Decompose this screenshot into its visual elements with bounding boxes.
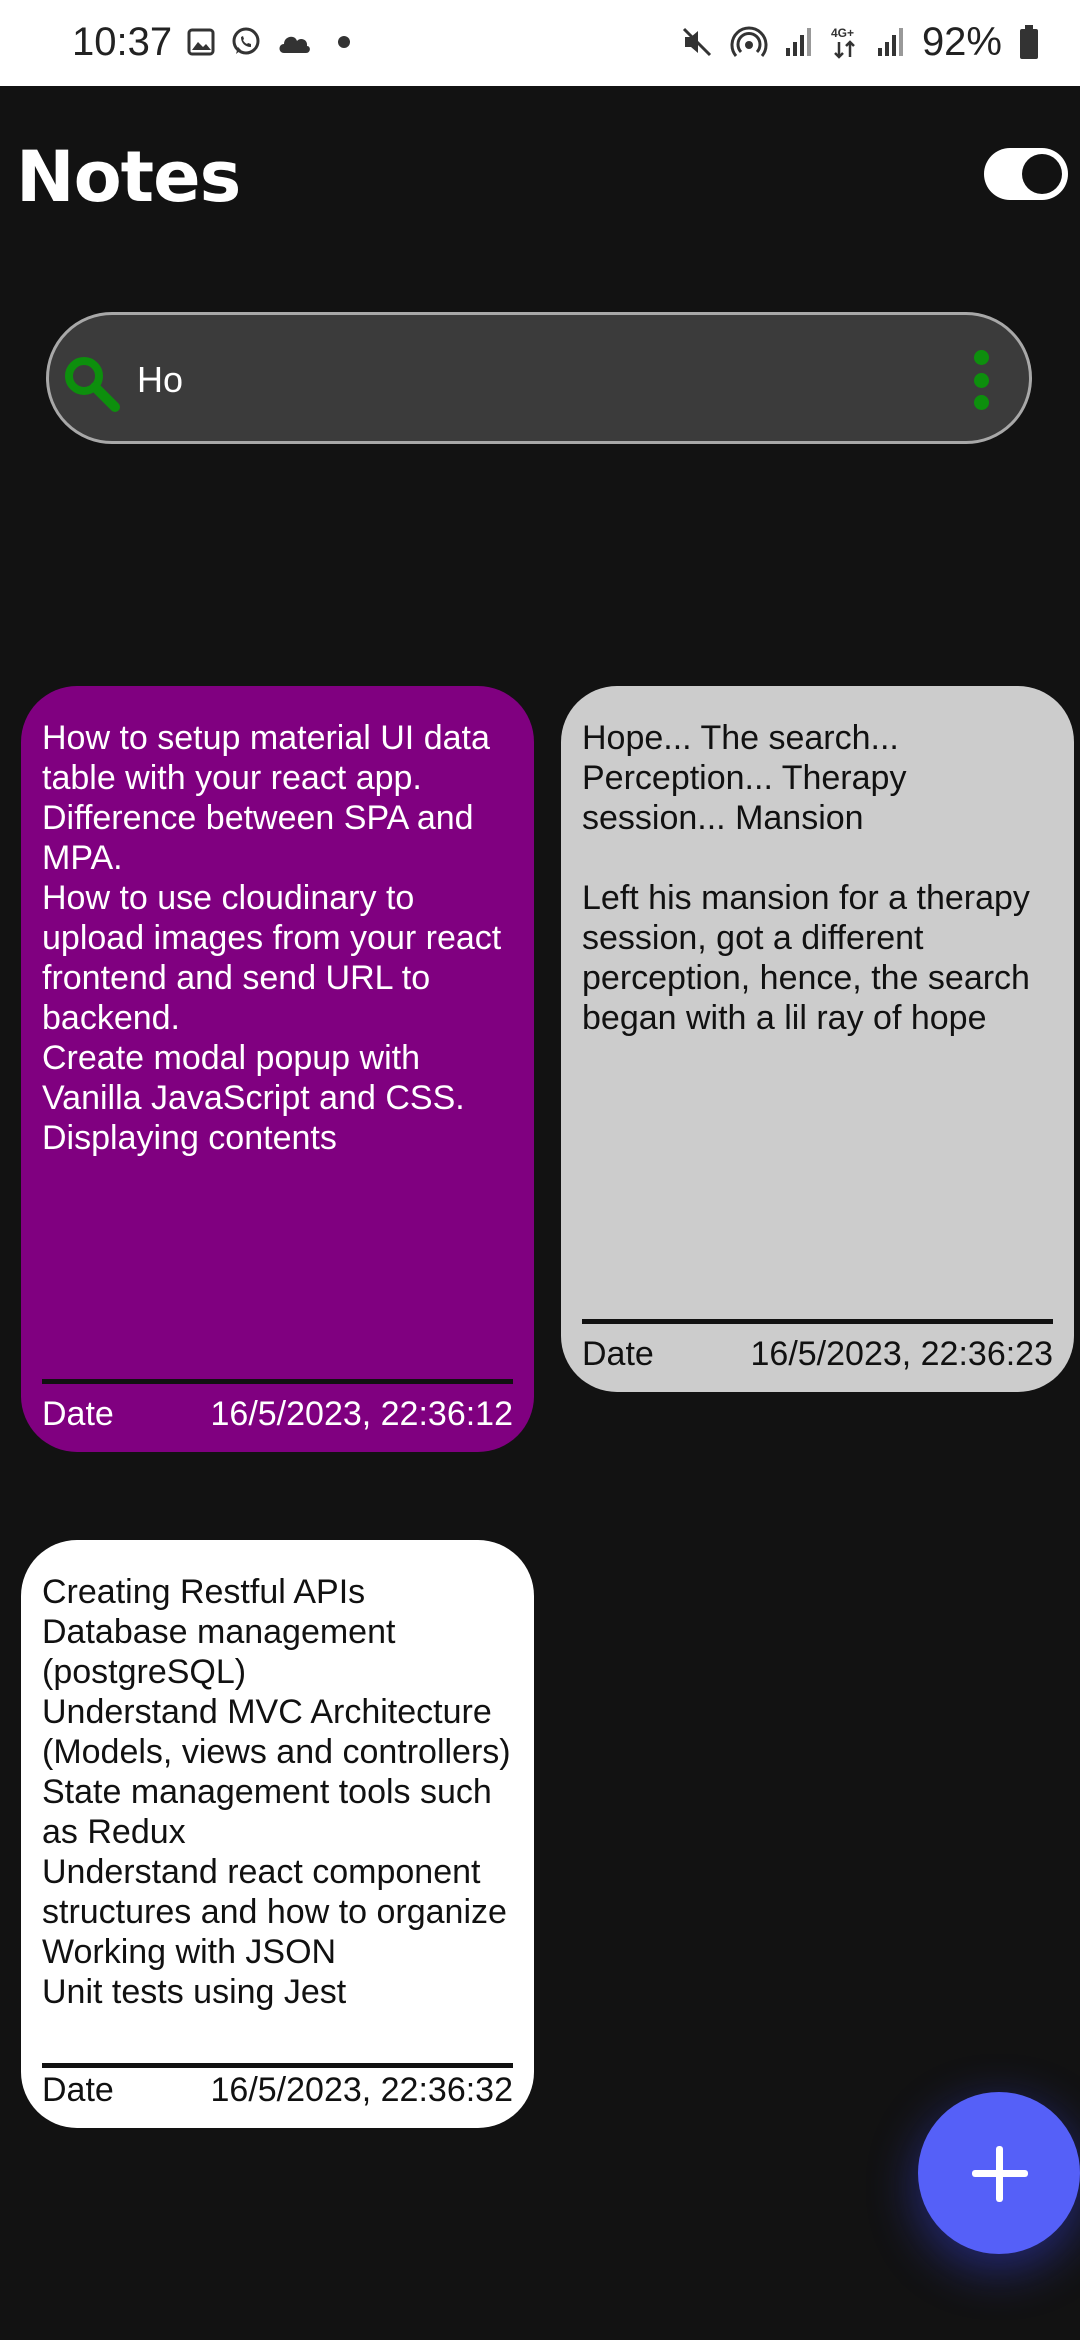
note-date: 16/5/2023, 22:36:23 xyxy=(750,1335,1054,1373)
image-icon xyxy=(187,28,215,56)
search-input[interactable] xyxy=(135,343,919,417)
note-date: 16/5/2023, 22:36:32 xyxy=(210,2071,514,2109)
note-footer: Date 16/5/2023, 22:36:12 xyxy=(42,1384,513,1434)
note-card[interactable]: How to setup material UI data table with… xyxy=(21,686,534,1452)
svg-text:4G+: 4G+ xyxy=(831,26,854,40)
note-footer: Date 16/5/2023, 22:36:32 xyxy=(42,2068,513,2110)
more-dot xyxy=(973,372,989,388)
status-right-icons: 4G+ 92% xyxy=(680,16,1040,68)
whatsapp-icon xyxy=(232,27,260,55)
note-date: 16/5/2023, 22:36:12 xyxy=(210,1395,514,1433)
note-text: How to setup material UI data table with… xyxy=(42,719,502,1157)
note-date-label: Date xyxy=(42,1395,114,1433)
note-date-label: Date xyxy=(42,2071,114,2109)
hotspot-icon xyxy=(730,26,768,57)
battery-icon xyxy=(1020,25,1038,59)
note-date-label: Date xyxy=(582,1335,654,1373)
more-dot xyxy=(973,395,989,410)
network-4g-icon: 4G+ xyxy=(831,26,855,59)
add-note-button[interactable] xyxy=(918,2092,1080,2254)
signal-icon xyxy=(877,28,903,56)
theme-toggle[interactable] xyxy=(984,148,1068,200)
status-time: 10:37 xyxy=(72,20,173,64)
status-bar: 10:37 4G+ 92% xyxy=(0,0,1080,86)
search-bar xyxy=(46,312,1032,444)
note-footer: Date 16/5/2023, 22:36:23 xyxy=(582,1324,1053,1374)
note-card[interactable]: Creating Restful APIs Database managemen… xyxy=(21,1540,534,2128)
note-card[interactable]: Hope... The search... Perception... Ther… xyxy=(561,686,1074,1392)
note-text: Hope... The search... Perception... Ther… xyxy=(582,719,1030,1037)
more-options-icon[interactable] xyxy=(966,350,996,410)
search-icon xyxy=(65,357,120,412)
plus-icon xyxy=(996,2146,1003,2202)
note-text: Creating Restful APIs Database managemen… xyxy=(42,1573,511,2011)
cloud-icon xyxy=(279,36,310,53)
status-left-icons xyxy=(186,20,352,64)
mute-icon xyxy=(682,27,711,57)
more-dot xyxy=(973,350,989,365)
page-title: Notes xyxy=(16,136,241,218)
signal-icon xyxy=(785,28,811,56)
toggle-knob xyxy=(1022,154,1062,194)
dot-icon xyxy=(338,36,350,48)
battery-percentage: 92% xyxy=(921,20,1002,64)
